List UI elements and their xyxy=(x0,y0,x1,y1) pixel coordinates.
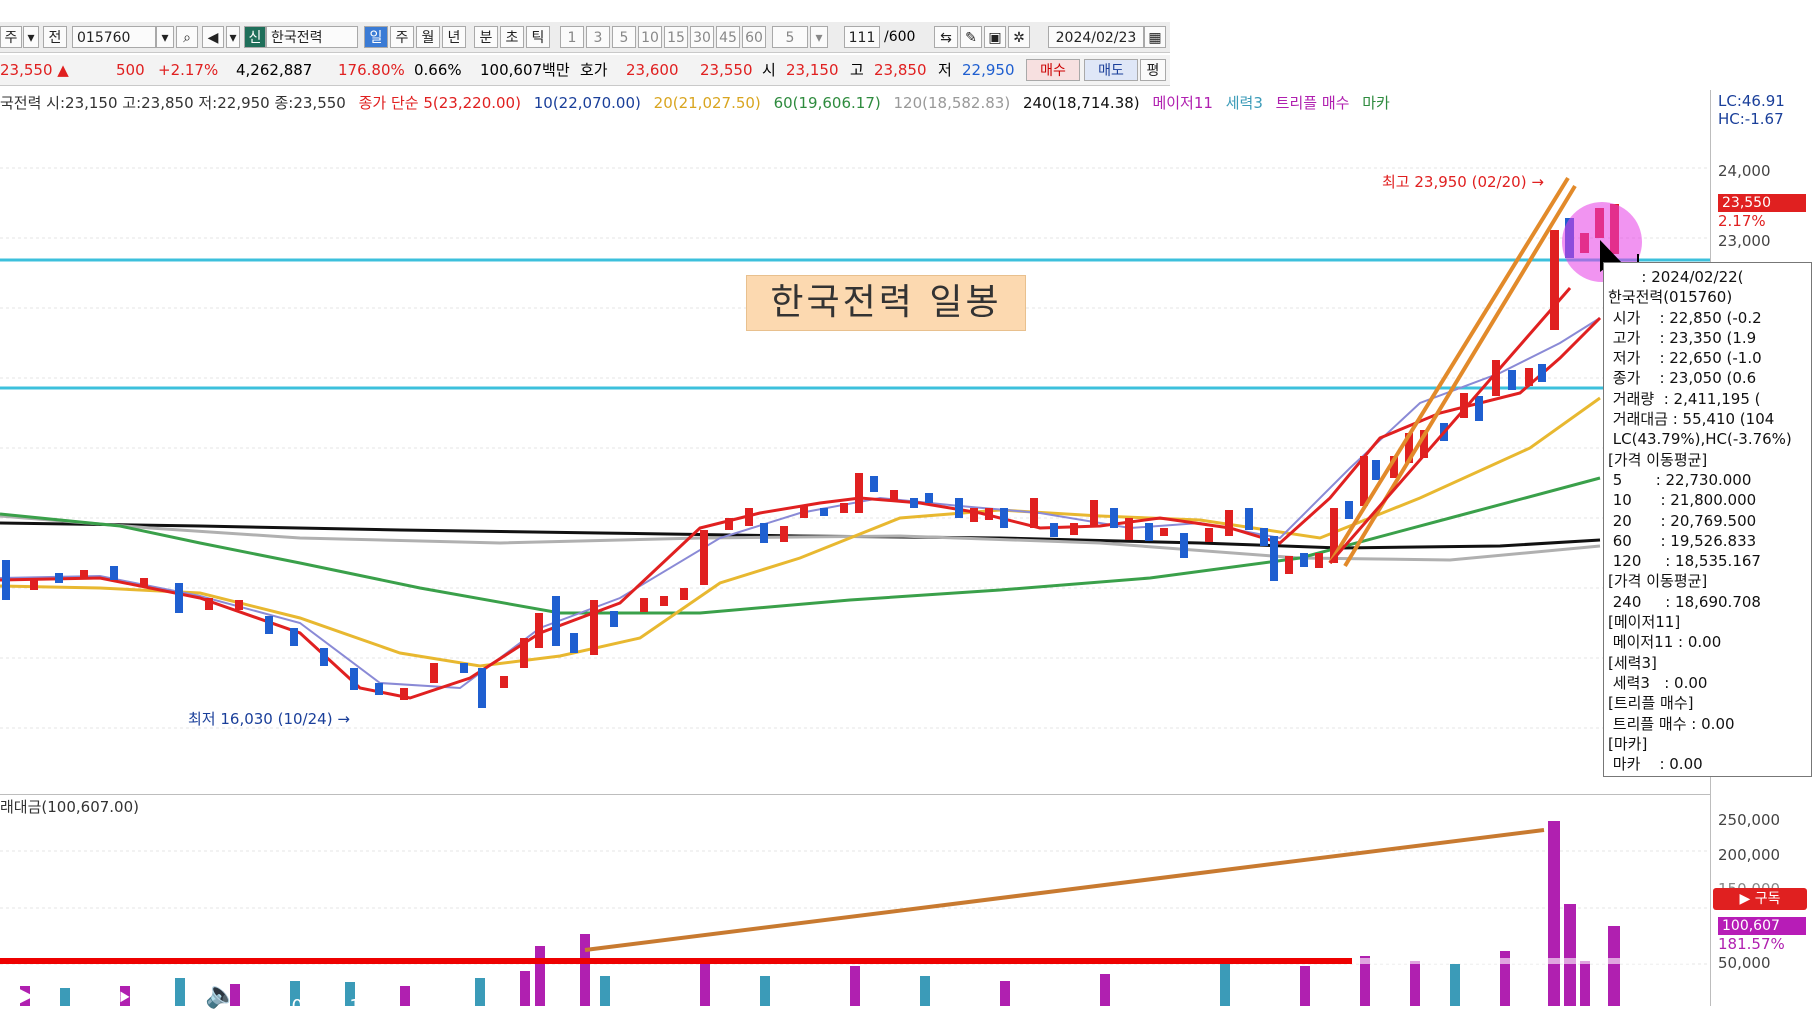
video-time: 10:27 / 15:01 xyxy=(280,996,402,1017)
ma20-line xyxy=(0,396,1601,668)
high-price: 23,850 xyxy=(874,61,927,79)
minute-10[interactable]: 10 xyxy=(638,26,662,48)
low-annotation: 최저 16,030 (10/24) → xyxy=(188,710,350,728)
video-progress-fill xyxy=(0,958,1352,964)
interval-input[interactable]: 5 xyxy=(772,26,808,48)
price-pct-tag: 2.17% xyxy=(1718,212,1766,230)
data-tooltip-panel: : 2024/02/22( 한국전력(015760) 시가 : 22,850 (… xyxy=(1603,262,1812,777)
low-price: 22,950 xyxy=(962,61,1015,79)
new-badge: 신 xyxy=(244,26,266,48)
prev-button[interactable]: 전 xyxy=(43,26,67,48)
legend-ma5[interactable]: 종가 단순 5(23,220.00) xyxy=(359,94,521,112)
tab-weekly[interactable]: 주 xyxy=(390,26,414,48)
legend-force3[interactable]: 세력3 xyxy=(1226,94,1263,112)
tab-daily[interactable]: 일 xyxy=(364,26,388,48)
calendar-icon[interactable]: ▦ xyxy=(1144,26,1166,48)
count-input[interactable]: 111 xyxy=(844,26,880,48)
tab-yearly[interactable]: 년 xyxy=(442,26,466,48)
legend-maka[interactable]: 마카 xyxy=(1362,94,1390,112)
current-price: 23,550 ▲ xyxy=(0,61,69,79)
fullscreen-icon[interactable]: ⛶ xyxy=(1720,980,1738,1011)
low-label: 저 xyxy=(938,61,952,79)
legend-major11[interactable]: 메이저11 xyxy=(1152,94,1213,112)
chevron-down-icon[interactable]: ▾ xyxy=(23,26,39,48)
subscribe-label: 구독 xyxy=(1754,891,1781,907)
tab-monthly[interactable]: 월 xyxy=(416,26,440,48)
video-progress-bar[interactable] xyxy=(0,958,1690,964)
axis-23000: 23,000 xyxy=(1718,232,1771,250)
pane-divider[interactable] xyxy=(0,794,1710,795)
axis-200000: 200,000 xyxy=(1718,846,1781,864)
trade-amount: 100,607백만 xyxy=(480,61,570,79)
high-label: 고 xyxy=(850,61,864,79)
axis-250000: 250,000 xyxy=(1718,811,1781,829)
chevron-down-icon[interactable]: ▾ xyxy=(226,26,240,48)
chevron-down-icon[interactable]: ▾ xyxy=(810,26,828,48)
minute-60[interactable]: 60 xyxy=(742,26,766,48)
high-annotation: 최고 23,950 (02/20) → xyxy=(1382,173,1544,191)
chart-title-box: 한국전력 일봉 xyxy=(746,275,1026,331)
minute-1[interactable]: 1 xyxy=(560,26,584,48)
avg-button[interactable]: 평 xyxy=(1140,59,1166,81)
minute-15[interactable]: 15 xyxy=(664,26,688,48)
subscribe-button[interactable]: ▶ 구독 xyxy=(1713,888,1807,910)
tab-tick[interactable]: 틱 xyxy=(526,26,550,48)
lc-label: LC:46.91 xyxy=(1718,92,1785,110)
date-input[interactable]: 2024/02/23 xyxy=(1048,26,1144,48)
save-icon[interactable]: ▣ xyxy=(984,26,1006,48)
stock-name-field[interactable]: 한국전력 xyxy=(266,26,358,48)
volume-ratio: 176.80% xyxy=(338,61,405,79)
ask-price-2: 23,550 xyxy=(700,61,753,79)
axis-50000: 50,000 xyxy=(1718,954,1771,972)
volume-value: 4,262,887 xyxy=(236,61,313,79)
legend-ma240[interactable]: 240(18,714.38) xyxy=(1023,94,1140,112)
axis-24000: 24,000 xyxy=(1718,162,1771,180)
price-change-pct: +2.17% xyxy=(158,61,219,79)
draw-icon[interactable]: ✎ xyxy=(960,26,982,48)
next-icon[interactable]: ⏭ xyxy=(110,980,133,1011)
sell-button[interactable]: 매도 xyxy=(1084,59,1138,81)
legend-ma60[interactable]: 60(19,606.17) xyxy=(774,94,881,112)
compare-icon[interactable]: ⇆ xyxy=(934,26,958,48)
current-volume-tag: 100,607 xyxy=(1718,917,1806,935)
volume-chart[interactable] xyxy=(0,796,1710,1006)
ask-label: 호가 xyxy=(580,61,608,79)
gear-icon[interactable]: ✲ xyxy=(1008,26,1030,48)
tab-second[interactable]: 초 xyxy=(500,26,524,48)
play-icon: ▶ xyxy=(1739,891,1755,907)
minute-45[interactable]: 45 xyxy=(716,26,740,48)
quote-bar: 23,550 ▲ 500 +2.17% 4,262,887 176.80% 0.… xyxy=(0,55,1170,86)
volume-trend-line[interactable] xyxy=(584,828,1545,952)
current-price-tag: 23,550 xyxy=(1718,194,1806,212)
count-total: /600 xyxy=(884,29,916,45)
price-change: 500 xyxy=(116,61,145,79)
buy-button[interactable]: 매수 xyxy=(1026,59,1080,81)
legend-triple-buy[interactable]: 트리플 매수 xyxy=(1276,94,1350,112)
open-label: 시 xyxy=(762,61,776,79)
minute-30[interactable]: 30 xyxy=(690,26,714,48)
legend-ma20[interactable]: 20(21,027.50) xyxy=(654,94,761,112)
speaker-icon[interactable]: ◀ xyxy=(202,26,224,48)
legend-ma120[interactable]: 120(18,582.83) xyxy=(894,94,1011,112)
hc-label: HC:-1.67 xyxy=(1718,110,1784,128)
grid-lines xyxy=(0,167,1710,729)
chevron-down-icon[interactable]: ▾ xyxy=(156,26,174,48)
minute-3[interactable]: 3 xyxy=(586,26,610,48)
turnover-pct: 0.66% xyxy=(414,61,462,79)
price-chart[interactable] xyxy=(0,118,1710,794)
toolbar: 주 ▾ 전 015760 ▾ ⌕ ◀ ▾ 신 한국전력 일 주 월 년 분 초 … xyxy=(0,22,1170,53)
tab-minute[interactable]: 분 xyxy=(474,26,498,48)
open-price: 23,150 xyxy=(786,61,839,79)
ask-price-1: 23,600 xyxy=(626,61,679,79)
minute-5[interactable]: 5 xyxy=(612,26,636,48)
period-dropdown[interactable]: 주 xyxy=(0,26,22,48)
volume-pct-tag: 181.57% xyxy=(1718,935,1785,953)
legend-ma10[interactable]: 10(22,070.00) xyxy=(534,94,641,112)
stock-code-input[interactable]: 015760 xyxy=(72,26,156,48)
search-icon[interactable]: ⌕ xyxy=(176,26,198,48)
chart-legend: 국전력 시:23,150 고:23,850 저:22,950 종:23,550 … xyxy=(0,92,1710,116)
legend-ohlc: 국전력 시:23,150 고:23,850 저:22,950 종:23,550 xyxy=(0,94,346,112)
